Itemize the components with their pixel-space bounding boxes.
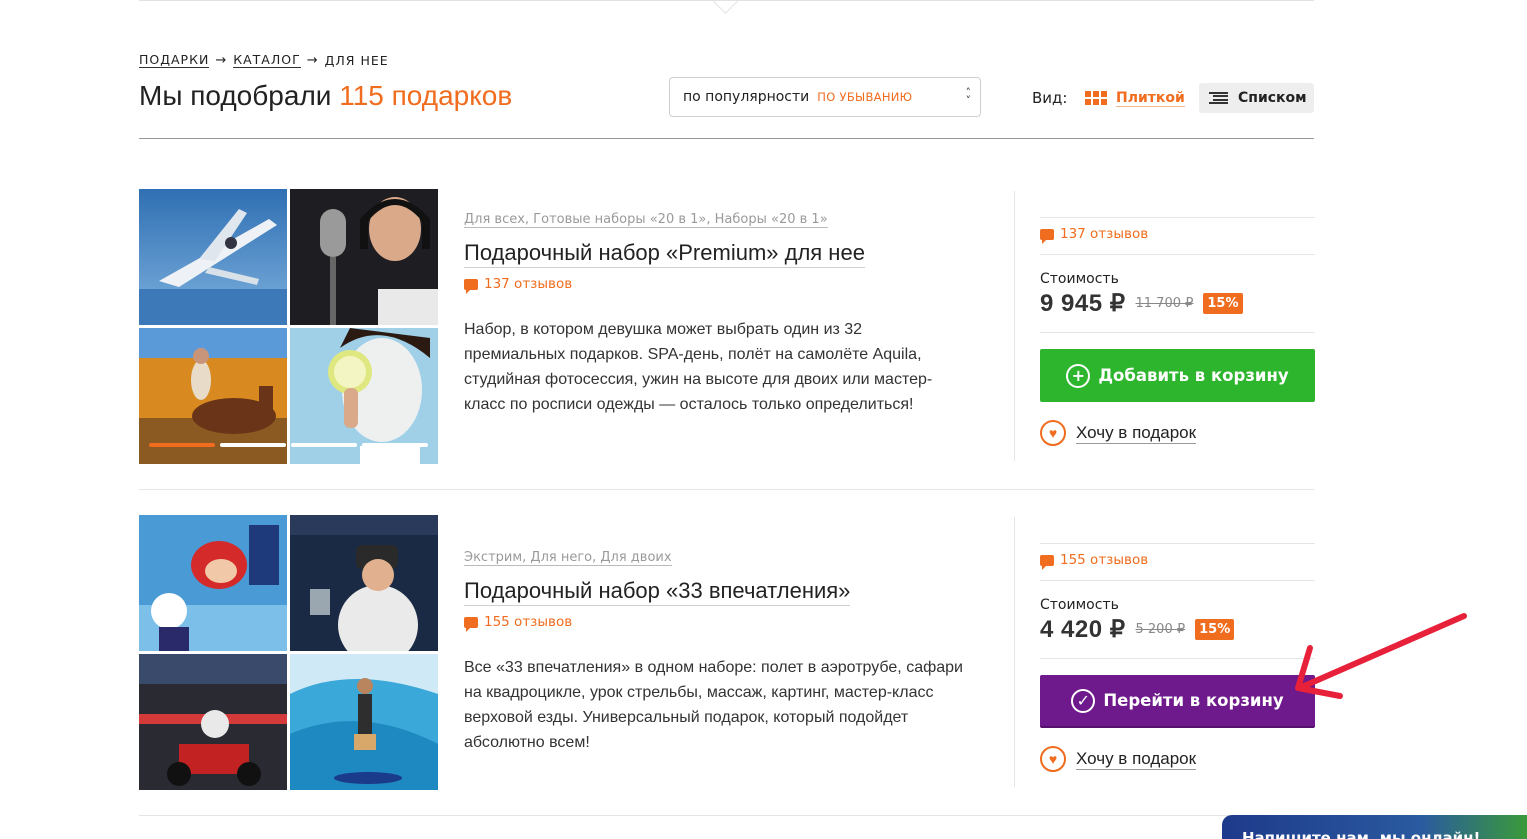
header-divider <box>139 138 1314 139</box>
speech-bubble-icon <box>464 278 478 294</box>
product-card: Для всех, Готовые наборы «20 в 1», Набор… <box>139 189 1315 489</box>
reviews-link[interactable]: 155 отзывов <box>464 614 573 632</box>
gallery-pagination <box>149 443 428 447</box>
speech-bubble-icon <box>1040 228 1054 244</box>
reviews-link[interactable]: 155 отзывов <box>1040 552 1149 570</box>
product-title[interactable]: Подарочный набор «33 впечатления» <box>464 577 851 606</box>
reviews-link[interactable]: 137 отзывов <box>464 276 573 294</box>
discount-badge: 15% <box>1195 619 1235 640</box>
panel-divider <box>1040 254 1315 255</box>
add-to-cart-label: Добавить в корзину <box>1098 366 1289 385</box>
breadcrumb: ПОДАРКИ → КАТАЛОГ → ДЛЯ НЕЕ <box>139 53 389 68</box>
view-tiles-label: Плиткой <box>1116 89 1185 107</box>
discount-badge: 15% <box>1203 293 1243 314</box>
view-tiles-button[interactable]: Плиткой <box>1085 84 1185 112</box>
plus-circle-icon: + <box>1066 363 1091 388</box>
row-divider <box>139 489 1314 490</box>
gallery-image-skydiving <box>139 515 287 651</box>
product-tags[interactable]: Для всех, Готовые наборы «20 в 1», Набор… <box>464 212 828 228</box>
view-label: Вид: <box>1032 89 1068 107</box>
gallery-dot[interactable] <box>362 443 428 447</box>
chat-widget-label: Напишите нам, мы онлайн! <box>1242 829 1481 839</box>
gallery-image-karting <box>139 654 287 790</box>
panel-divider <box>1040 658 1315 659</box>
product-tags[interactable]: Экстрим, Для него, Для двоих <box>464 550 672 566</box>
gallery-image-vr <box>290 515 438 651</box>
row-divider <box>139 815 1314 816</box>
cost-label: Стоимость <box>1040 271 1119 287</box>
old-price: 5 200 ₽ <box>1135 622 1186 637</box>
updown-chevron-icon: ˄ ˅ <box>965 86 972 107</box>
breadcrumb-catalog[interactable]: КАТАЛОГ <box>233 53 301 68</box>
panel-divider <box>1040 217 1315 218</box>
price: 9 945 ₽ <box>1040 290 1126 317</box>
sort-value: по популярности <box>683 89 810 105</box>
speech-bubble-icon <box>464 616 478 632</box>
wishlist-label: Хочу в подарок <box>1076 748 1197 770</box>
reviews-link[interactable]: 137 отзывов <box>1040 226 1149 244</box>
product-description: Все «33 впечатления» в одном наборе: пол… <box>464 659 963 751</box>
page-title: Мы подобрали 115 подарков <box>139 80 512 112</box>
annotation-arrow-icon <box>1295 613 1467 699</box>
product-gallery[interactable] <box>139 189 439 464</box>
breadcrumb-separator: → <box>215 53 228 68</box>
wishlist-link[interactable]: ♥ Хочу в подарок <box>1040 746 1197 772</box>
product-description: Набор, в котором девушка может выбрать о… <box>464 321 933 413</box>
sort-direction: ПО УБЫВАНИЮ <box>817 90 913 104</box>
go-to-cart-label: Перейти в корзину <box>1103 691 1284 710</box>
price: 4 420 ₽ <box>1040 616 1126 643</box>
reviews-count: 155 отзывов <box>1060 552 1149 568</box>
page-title-prefix: Мы подобрали <box>139 80 332 111</box>
product-purchase-panel: 155 отзывов Стоимость 4 420 ₽ 5 200 ₽ 15… <box>1014 517 1315 787</box>
wishlist-label: Хочу в подарок <box>1076 422 1197 444</box>
cost-label: Стоимость <box>1040 597 1119 613</box>
gallery-dot[interactable] <box>220 443 286 447</box>
add-to-cart-button[interactable]: + Добавить в корзину <box>1040 349 1315 402</box>
price-row: 9 945 ₽ 11 700 ₽ 15% <box>1040 289 1243 318</box>
top-notch <box>712 1 740 15</box>
breadcrumb-gifts[interactable]: ПОДАРКИ <box>139 53 210 68</box>
gallery-image-surfing <box>290 654 438 790</box>
heart-icon: ♥ <box>1040 746 1066 772</box>
gallery-image-singer <box>290 189 438 325</box>
view-list-label: Списком <box>1238 90 1307 106</box>
grid-icon <box>1085 91 1107 105</box>
go-to-cart-button[interactable]: ✓ Перейти в корзину <box>1040 675 1315 728</box>
gallery-dot[interactable] <box>291 443 357 447</box>
speech-bubble-icon <box>1040 554 1054 570</box>
product-purchase-panel: 137 отзывов Стоимость 9 945 ₽ 11 700 ₽ 1… <box>1014 191 1315 461</box>
reviews-count: 137 отзывов <box>1060 226 1149 242</box>
sort-select[interactable]: по популярности ПО УБЫВАНИЮ ˄ ˅ <box>669 77 981 117</box>
view-list-button[interactable]: Списком <box>1199 83 1314 113</box>
product-card: Экстрим, Для него, Для двоих Подарочный … <box>139 515 1315 815</box>
heart-icon: ♥ <box>1040 420 1066 446</box>
panel-divider <box>1040 543 1315 544</box>
old-price: 11 700 ₽ <box>1135 296 1194 311</box>
product-gallery[interactable] <box>139 515 439 790</box>
panel-divider <box>1040 332 1315 333</box>
gallery-image-plane <box>139 189 287 325</box>
results-count: 115 подарков <box>339 80 513 111</box>
check-circle-icon: ✓ <box>1071 688 1096 713</box>
panel-divider <box>1040 580 1315 581</box>
reviews-count: 137 отзывов <box>484 276 573 292</box>
reviews-count: 155 отзывов <box>484 614 573 630</box>
gallery-dot[interactable] <box>149 443 215 447</box>
price-row: 4 420 ₽ 5 200 ₽ 15% <box>1040 615 1235 644</box>
breadcrumb-current: ДЛЯ НЕЕ <box>324 53 389 68</box>
list-icon <box>1209 91 1228 105</box>
chat-widget[interactable]: Напишите нам, мы онлайн! <box>1222 815 1527 839</box>
breadcrumb-separator: → <box>306 53 319 68</box>
wishlist-link[interactable]: ♥ Хочу в подарок <box>1040 420 1197 446</box>
product-title[interactable]: Подарочный набор «Premium» для нее <box>464 239 865 268</box>
